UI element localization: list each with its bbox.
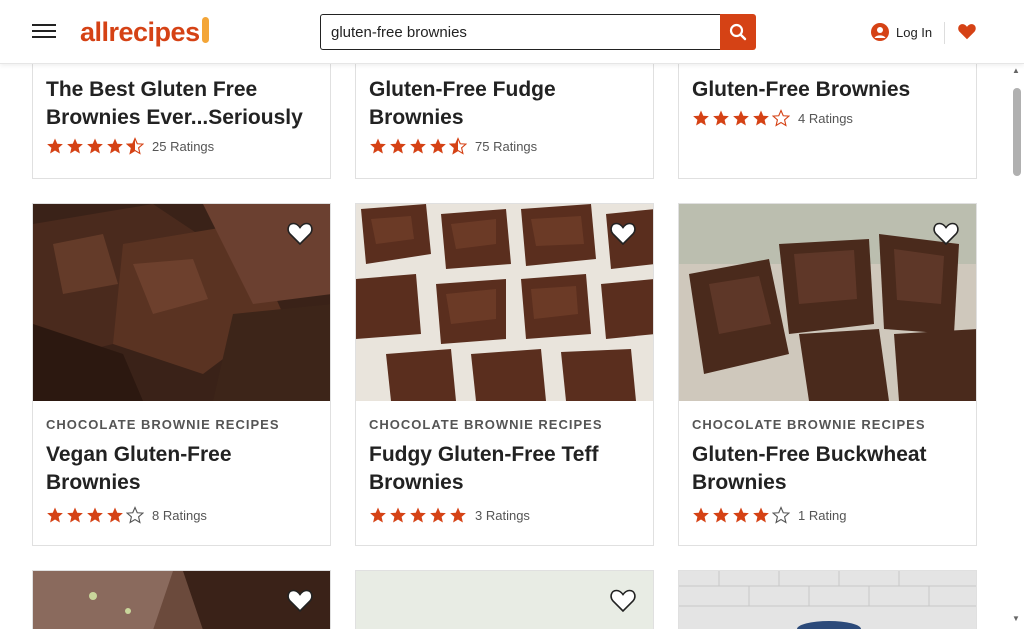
- star-half-icon: [126, 137, 144, 155]
- recipe-title-line: Gluten-Free Fudge: [369, 78, 556, 101]
- recipe-title-line: Vegan Gluten-Free: [46, 443, 232, 466]
- star-full-icon: [47, 507, 63, 523]
- recipe-category[interactable]: CHOCOLATE BROWNIE RECIPES: [692, 417, 926, 432]
- star-empty-icon: [126, 506, 144, 524]
- star-rating: 25 Ratings: [46, 137, 214, 155]
- star-full-icon: [693, 507, 709, 523]
- recipe-title-line: Gluten-Free Brownies: [692, 78, 911, 101]
- search-input[interactable]: [320, 14, 720, 50]
- menu-button[interactable]: [32, 20, 56, 44]
- recipe-title[interactable]: The Best Gluten Free Brownies Ever...Ser…: [46, 76, 317, 132]
- star-full-icon: [733, 507, 749, 523]
- menu-icon-bar: [32, 36, 56, 38]
- ratings-count: 4 Ratings: [798, 110, 853, 126]
- scrollbar-thumb[interactable]: [1013, 88, 1021, 176]
- save-recipe-heart-icon[interactable]: [608, 585, 638, 615]
- ratings-count: 75 Ratings: [475, 138, 538, 154]
- login-label: Log In: [896, 24, 933, 40]
- recipe-title-line: Gluten-Free Buckwheat: [692, 443, 927, 466]
- save-recipe-heart-icon[interactable]: [285, 218, 315, 248]
- login-button[interactable]: Log In: [870, 22, 932, 42]
- star-full-icon: [450, 507, 466, 523]
- recipe-card[interactable]: CHOCOLATE BROWNIE RECIPES Fudgy Gluten-F…: [355, 203, 654, 546]
- scroll-down-arrow-icon[interactable]: ▼: [1012, 614, 1020, 623]
- ratings-count: 8 Ratings: [152, 507, 207, 523]
- star-full-icon: [713, 507, 729, 523]
- star-rating: 4 Ratings: [692, 109, 853, 127]
- recipe-title[interactable]: Vegan Gluten-Free Brownies: [46, 441, 317, 497]
- star-half-icon: [449, 137, 467, 155]
- star-full-icon: [107, 507, 123, 523]
- star-full-icon: [67, 138, 83, 154]
- star-full-icon: [370, 138, 386, 154]
- recipe-title-line: Brownies: [369, 106, 464, 129]
- save-recipe-heart-icon[interactable]: [931, 218, 961, 248]
- user-icon: [871, 23, 889, 41]
- recipe-card[interactable]: [678, 570, 977, 629]
- star-full-icon: [713, 110, 729, 126]
- star-empty-icon: [772, 109, 790, 127]
- star-full-icon: [370, 507, 386, 523]
- star-full-icon: [410, 507, 426, 523]
- star-full-icon: [693, 110, 709, 126]
- recipe-card[interactable]: [355, 570, 654, 629]
- star-rating: 8 Ratings: [46, 506, 207, 524]
- header-divider: [944, 22, 945, 44]
- star-empty-icon: [772, 506, 790, 524]
- logo-mark-icon: [201, 17, 209, 43]
- ratings-count: 25 Ratings: [152, 138, 215, 154]
- star-full-icon: [87, 507, 103, 523]
- recipe-title[interactable]: Fudgy Gluten-Free Teff Brownies: [369, 441, 640, 497]
- recipe-title[interactable]: Gluten-Free Fudge Brownies: [369, 76, 640, 132]
- scroll-up-arrow-icon[interactable]: ▲: [1012, 66, 1020, 75]
- star-full-icon: [753, 507, 769, 523]
- recipe-category[interactable]: CHOCOLATE BROWNIE RECIPES: [369, 417, 603, 432]
- star-full-icon: [733, 110, 749, 126]
- save-recipe-heart-icon[interactable]: [285, 585, 315, 615]
- save-recipe-heart-icon[interactable]: [608, 218, 638, 248]
- site-header: allrecipes Log In: [0, 0, 1024, 64]
- star-full-icon: [430, 507, 446, 523]
- ratings-count: 3 Ratings: [475, 507, 530, 523]
- recipe-title-line: Brownies Ever...Seriously: [46, 106, 303, 129]
- saved-recipes-heart-icon[interactable]: [956, 20, 978, 42]
- recipe-title[interactable]: Gluten-Free Buckwheat Brownies: [692, 441, 963, 497]
- search-button[interactable]: [720, 14, 756, 50]
- search-icon: [729, 23, 747, 41]
- star-full-icon: [47, 138, 63, 154]
- recipe-title-line: Brownies: [692, 471, 787, 494]
- recipe-card[interactable]: [32, 570, 331, 629]
- star-full-icon: [390, 507, 406, 523]
- recipe-category[interactable]: CHOCOLATE BROWNIE RECIPES: [46, 417, 280, 432]
- star-full-icon: [390, 138, 406, 154]
- menu-icon-bar: [32, 30, 56, 32]
- recipe-card[interactable]: CHOCOLATE BROWNIE RECIPES Vegan Gluten-F…: [32, 203, 331, 546]
- recipe-title-line: The Best Gluten Free: [46, 78, 258, 101]
- recipe-title-line: Brownies: [46, 471, 141, 494]
- recipe-title-line: Brownies: [369, 471, 464, 494]
- star-rating: 75 Ratings: [369, 137, 537, 155]
- allrecipes-logo[interactable]: allrecipes: [80, 14, 209, 50]
- star-rating: 1 Rating: [692, 506, 846, 524]
- star-full-icon: [67, 507, 83, 523]
- recipe-title-line: Fudgy Gluten-Free Teff: [369, 443, 599, 466]
- recipe-title[interactable]: Gluten-Free Brownies: [692, 76, 963, 104]
- star-full-icon: [753, 110, 769, 126]
- ratings-count: 1 Rating: [798, 507, 847, 523]
- logo-text: allrecipes: [80, 16, 200, 47]
- star-full-icon: [410, 138, 426, 154]
- menu-icon: [32, 24, 56, 26]
- star-full-icon: [430, 138, 446, 154]
- star-full-icon: [107, 138, 123, 154]
- star-full-icon: [87, 138, 103, 154]
- recipe-card[interactable]: CHOCOLATE BROWNIE RECIPES Gluten-Free Bu…: [678, 203, 977, 546]
- star-rating: 3 Ratings: [369, 506, 530, 524]
- recipe-photo-tile-background: [679, 571, 976, 629]
